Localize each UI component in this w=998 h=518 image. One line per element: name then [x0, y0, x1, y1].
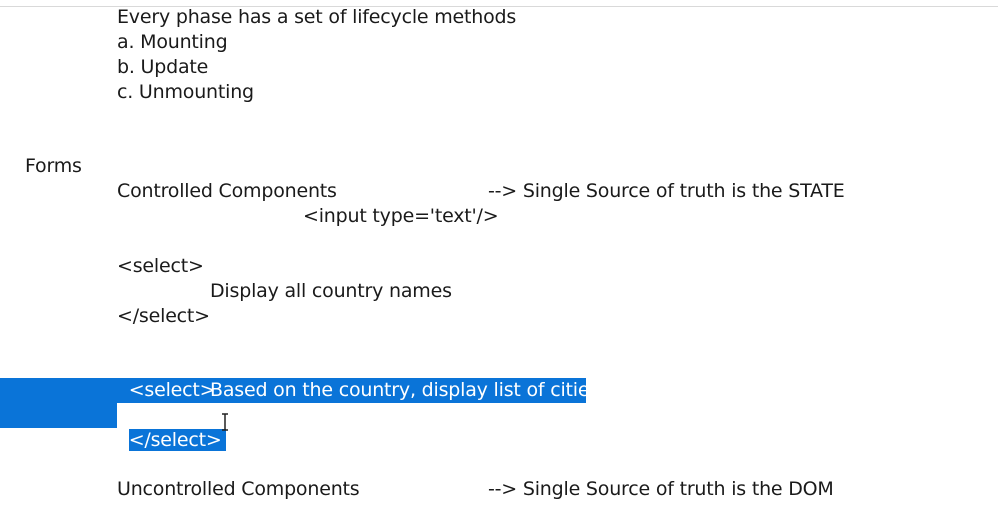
select-body-2[interactable]: Based on the country, display list of ci… — [210, 378, 599, 403]
select-close-tag-2: </select> — [128, 429, 226, 451]
controlled-arrow-note[interactable]: --> Single Source of truth is the STATE — [488, 179, 845, 204]
select-close-tag-2-line[interactable]: </select> — [117, 403, 226, 453]
controlled-components-label[interactable]: Controlled Components — [117, 179, 337, 204]
select-open-tag-2: <select> — [128, 379, 216, 401]
selection-highlight-left-margin — [0, 403, 117, 428]
top-text-fragment: ~~ ~~~ ~~~ — [2, 0, 68, 4]
lifecycle-intro[interactable]: Every phase has a set of lifecycle metho… — [117, 5, 516, 30]
lifecycle-item-unmounting[interactable]: c. Unmounting — [117, 80, 254, 105]
text-cursor-icon — [222, 413, 228, 431]
select-open-tag-2-line[interactable]: <select> — [117, 353, 216, 403]
input-example[interactable]: <input type='text'/> — [303, 204, 499, 229]
lifecycle-item-mounting[interactable]: a. Mounting — [117, 30, 228, 55]
uncontrolled-components-label[interactable]: Uncontrolled Components — [117, 477, 360, 502]
uncontrolled-arrow-note[interactable]: --> Single Source of truth is the DOM — [488, 477, 834, 502]
select-open-tag-1[interactable]: <select> — [117, 254, 204, 279]
lifecycle-item-update[interactable]: b. Update — [117, 55, 208, 80]
select-close-tag-1[interactable]: </select> — [117, 304, 210, 329]
select-body-1[interactable]: Display all country names — [210, 279, 452, 304]
forms-heading[interactable]: Forms — [25, 154, 82, 179]
